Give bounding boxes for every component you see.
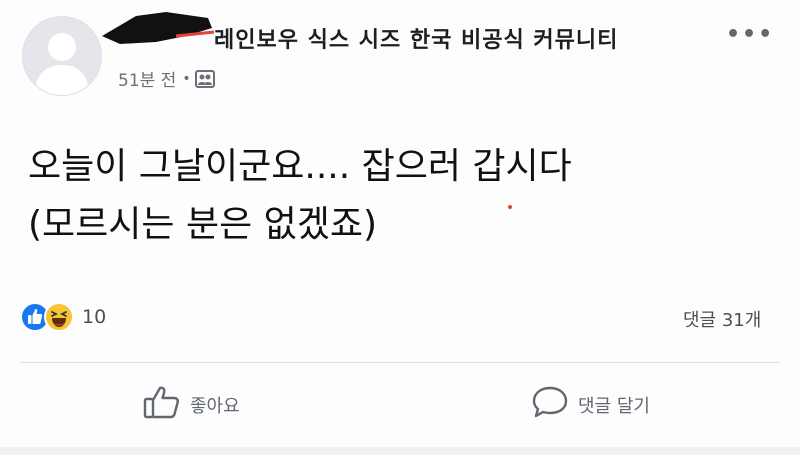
post-body: 오늘이 그날이군요.... 잡으러 갑시다 (모르시는 분은 없겠죠) (28, 138, 572, 254)
stray-red-mark (508, 205, 512, 209)
default-user-icon (23, 17, 101, 95)
post-timestamp[interactable]: 51분 전 (118, 66, 176, 91)
more-options-icon[interactable]: ••• (726, 22, 774, 47)
redaction-scribble (102, 12, 215, 44)
speech-bubble-icon (530, 384, 570, 425)
profile-avatar[interactable] (22, 16, 102, 96)
reactions-summary[interactable]: 10 (20, 302, 106, 332)
comment-button[interactable]: 댓글 달기 (530, 384, 650, 425)
group-audience-icon (194, 69, 215, 88)
reaction-count: 10 (82, 306, 107, 328)
post-text-line: (모르시는 분은 없겠죠) (28, 204, 378, 245)
post-text-line: 오늘이 그날이군요.... 잡으러 갑시다 (28, 146, 572, 187)
like-button-label: 좋아요 (190, 395, 240, 417)
thumbs-up-icon (142, 384, 182, 425)
post-meta: 51분 전 • (118, 66, 215, 91)
meta-separator: • (182, 70, 191, 87)
facebook-post: 레인보우 식스 시즈 한국 비공식 커뮤니티 ••• 51분 전 • 오늘이 그… (0, 0, 800, 455)
group-name[interactable]: 레인보우 식스 시즈 한국 비공식 커뮤니티 (214, 22, 618, 54)
divider (20, 362, 780, 363)
comment-button-label: 댓글 달기 (578, 395, 650, 417)
post-bottom-border (0, 447, 800, 455)
comment-count-link[interactable]: 댓글 31개 (683, 306, 761, 332)
like-button[interactable]: 좋아요 (142, 384, 240, 425)
haha-icon (44, 302, 74, 332)
